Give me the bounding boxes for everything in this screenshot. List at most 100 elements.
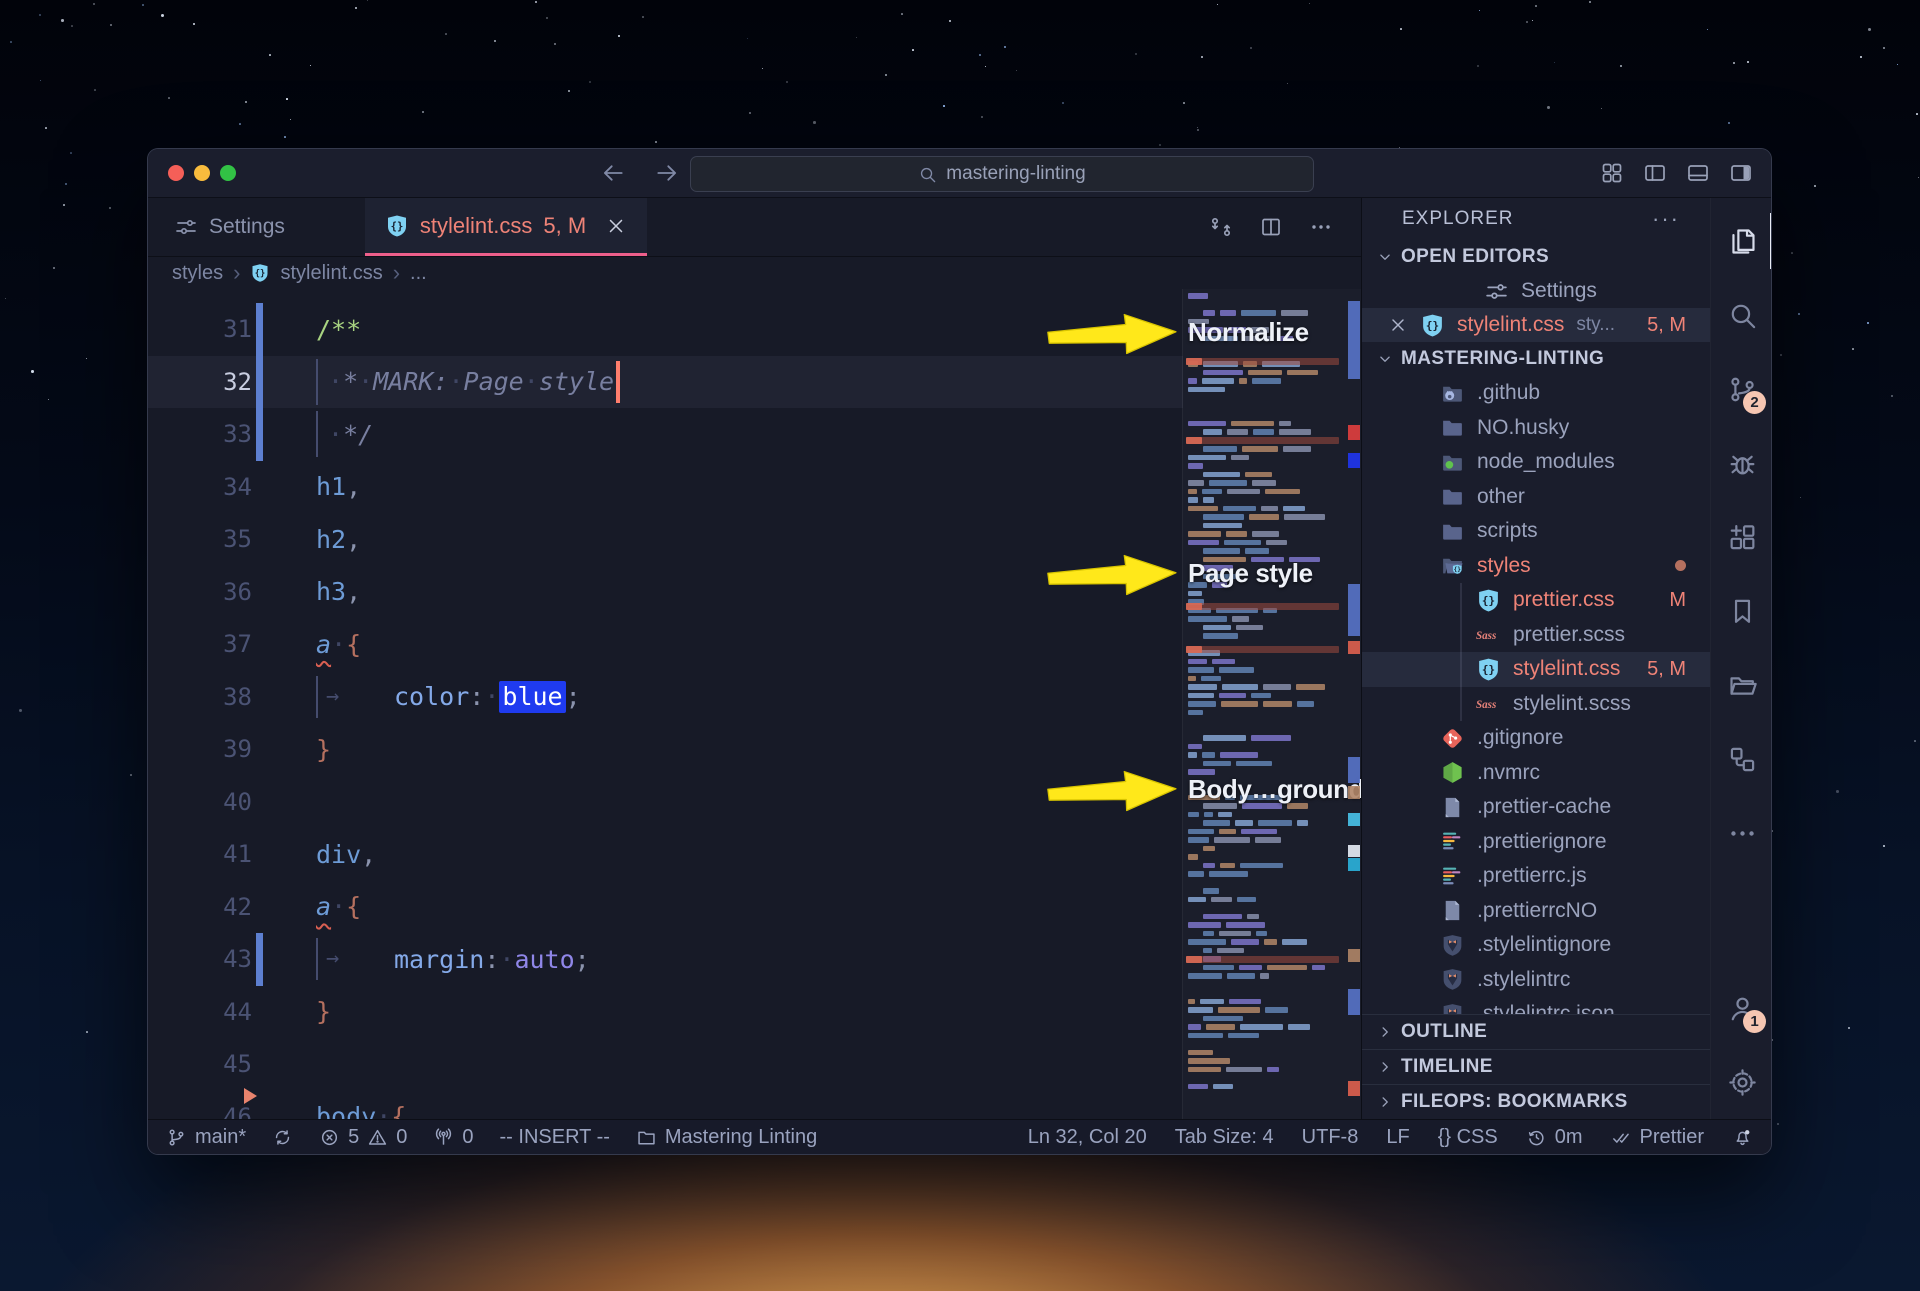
bookmark-activity-button[interactable] [1711,574,1772,648]
tree-item-other[interactable]: other [1362,480,1710,515]
code-line-31[interactable]: 31/** [148,303,1183,356]
minimap[interactable]: Normalize Page style Body…ground [1182,289,1361,1119]
tree-item--gitignore[interactable]: .gitignore [1362,721,1710,756]
code-line-33[interactable]: 33·*/ [148,408,1183,461]
history-nav [600,160,680,186]
files-activity-button[interactable] [1711,204,1772,278]
item-label: Settings [1521,279,1597,303]
code-text: →color:·blue; [316,676,581,718]
more-icon[interactable]: ··· [1652,206,1680,232]
tree-item-no-husky[interactable]: NO.husky [1362,411,1710,446]
more-icon[interactable] [1309,215,1333,239]
tree-item-prettier-scss[interactable]: Sassprettier.scss [1362,618,1710,653]
item-label: .prettierignore [1477,830,1607,854]
open-editor-stylelint-css[interactable]: {}stylelint.csssty...5, M [1362,308,1710,342]
more-activity-button[interactable] [1711,796,1772,870]
code-line-44[interactable]: 44} [148,986,1183,1039]
debug-activity-button[interactable] [1711,426,1772,500]
search-text: mastering-linting [946,163,1085,185]
tree-item--github[interactable]: .github [1362,376,1710,411]
tree-item--prettierignore[interactable]: .prettierignore [1362,825,1710,860]
back-icon[interactable] [600,160,626,186]
status-item[interactable]: Ln 32, Col 20 [1028,1126,1147,1149]
status-item[interactable]: UTF-8 [1302,1126,1359,1149]
tab-settings[interactable]: Settings [148,198,311,256]
tree-item-stylelint-css[interactable]: {}stylelint.css5, M [1362,652,1710,687]
code-line-43[interactable]: 43→margin:·auto; [148,933,1183,986]
code-line-39[interactable]: 39} [148,723,1183,776]
code-line-42[interactable]: 42a·{ [148,881,1183,934]
breadcrumb-item-symbol[interactable]: ... [410,262,427,285]
layout-grid-icon[interactable] [1600,161,1624,185]
breadcrumb-item-file[interactable]: stylelint.css [280,262,382,285]
status-item[interactable]: {} CSS [1438,1126,1498,1149]
status-item[interactable] [1732,1126,1753,1149]
tree-item-scripts[interactable]: scripts [1362,514,1710,549]
tree-item--nvmrc[interactable]: .nvmrc [1362,756,1710,791]
section-fileops-bookmarks[interactable]: FILEOPS: BOOKMARKS [1362,1084,1710,1119]
command-center-search[interactable]: mastering-linting [690,156,1314,192]
tree-item-stylelint-scss[interactable]: Sassstylelint.scss [1362,687,1710,722]
status-item[interactable]: LF [1386,1126,1409,1149]
source-control-activity-button[interactable]: 2 [1711,352,1772,426]
tab-stylelint-css[interactable]: {} stylelint.css 5, M [365,198,647,256]
status-item[interactable] [272,1126,293,1149]
editor-column: Settings {} stylelint.css 5, M styles › … [148,198,1361,1119]
code-line-34[interactable]: 34h1, [148,461,1183,514]
close-window-button[interactable] [168,165,184,181]
tree-item--prettierrc-js[interactable]: .prettierrc.js [1362,859,1710,894]
status-item[interactable]: main* [166,1126,246,1149]
code-line-38[interactable]: 38→color:·blue; [148,671,1183,724]
open-editor-settings[interactable]: Settings [1362,274,1710,308]
tree-item--prettierrcno[interactable]: .prettierrcNO [1362,894,1710,929]
panel-bottom-icon[interactable] [1686,161,1710,185]
close-icon[interactable] [605,215,627,237]
section-open-editors[interactable]: OPEN EDITORS [1362,240,1710,274]
forward-icon[interactable] [654,160,680,186]
tree-item--stylelintrc[interactable]: .stylelintrc [1362,963,1710,998]
code-line-35[interactable]: 35h2, [148,513,1183,566]
section-outline[interactable]: OUTLINE [1362,1014,1710,1049]
breadcrumb-item-styles[interactable]: styles [172,262,223,285]
compare-icon[interactable] [1209,215,1233,239]
code-line-45[interactable]: 45 [148,1038,1183,1091]
status-item[interactable]: 0m [1526,1126,1583,1149]
tree-item--prettier-cache[interactable]: .prettier-cache [1362,790,1710,825]
tree-item--stylelintrc-json[interactable]: .stylelintrc.json [1362,997,1710,1014]
code-line-36[interactable]: 36h3, [148,566,1183,619]
maximize-window-button[interactable] [220,165,236,181]
chevron-right-icon [1376,1023,1394,1041]
references-activity-button[interactable] [1711,722,1772,796]
status-item[interactable]: -- INSERT -- [500,1126,610,1149]
settings-gear-activity-button[interactable] [1711,1045,1772,1119]
section-timeline[interactable]: TIMELINE [1362,1049,1710,1084]
account-activity-button[interactable]: 1 [1711,971,1772,1045]
panel-left-icon[interactable] [1643,161,1667,185]
tree-item-prettier-css[interactable]: {}prettier.cssM [1362,583,1710,618]
panel-right-icon[interactable] [1729,161,1753,185]
folder-open-activity-button[interactable] [1711,648,1772,722]
status-item[interactable]: Mastering Linting [636,1126,817,1149]
code-line-46[interactable]: 46body·{ [148,1091,1183,1120]
line-number: 33 [148,420,286,448]
status-item[interactable]: 50 [319,1126,407,1149]
split-editor-icon[interactable] [1259,215,1283,239]
code-line-32[interactable]: 32·*·MARK:·Page·style [148,356,1183,409]
fold-marker[interactable] [244,1088,257,1104]
minimize-window-button[interactable] [194,165,210,181]
code-editor[interactable]: 31/**32·*·MARK:·Page·style33·*/34h1,35h2… [148,289,1361,1119]
extensions-activity-button[interactable] [1711,500,1772,574]
status-item[interactable]: 0 [433,1126,473,1149]
status-item[interactable]: Prettier [1611,1126,1704,1149]
code-line-41[interactable]: 41div, [148,828,1183,881]
tree-item--stylelintignore[interactable]: .stylelintignore [1362,928,1710,963]
status-item[interactable]: Tab Size: 4 [1175,1126,1274,1149]
search-activity-button[interactable] [1711,278,1772,352]
svg-text:{}: {} [391,220,404,232]
tree-item-node-modules[interactable]: node_modules [1362,445,1710,480]
tree-item-styles[interactable]: {}styles [1362,549,1710,584]
chevron-down-icon [1376,350,1394,368]
code-line-37[interactable]: 37a·{ [148,618,1183,671]
code-line-40[interactable]: 40 [148,776,1183,829]
section-project[interactable]: MASTERING-LINTING [1362,342,1710,376]
